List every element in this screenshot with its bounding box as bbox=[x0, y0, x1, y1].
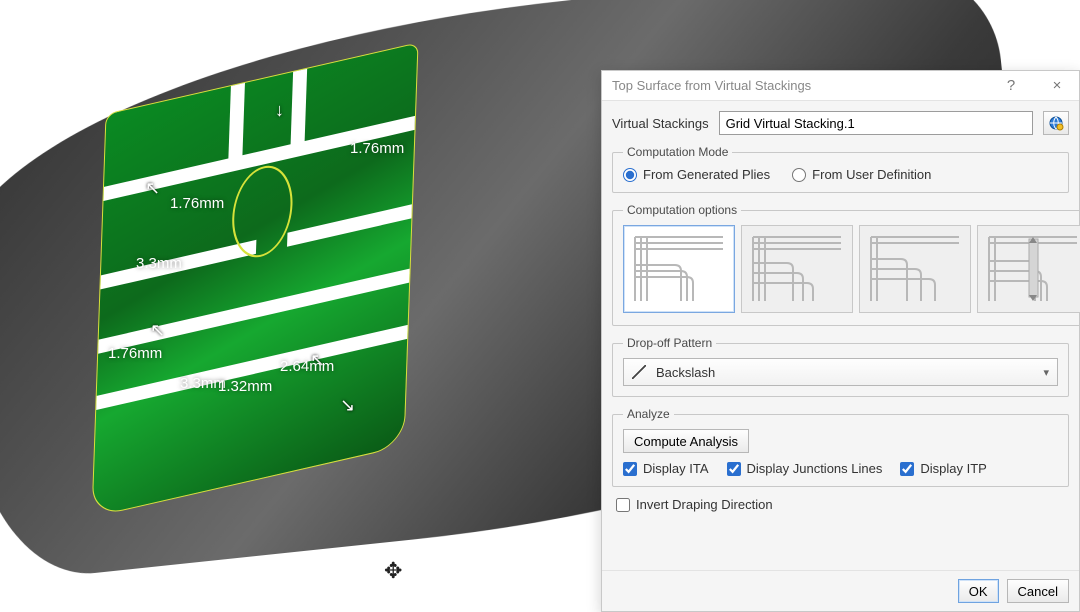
computation-option-2[interactable] bbox=[741, 225, 853, 313]
dialog-top-surface: Top Surface from Virtual Stackings ? × V… bbox=[601, 70, 1080, 612]
check-display-junctions-label: Display Junctions Lines bbox=[747, 461, 883, 476]
analyze-legend: Analyze bbox=[623, 407, 674, 421]
cancel-button[interactable]: Cancel bbox=[1007, 579, 1069, 603]
check-display-junctions[interactable]: Display Junctions Lines bbox=[727, 461, 883, 476]
computation-options-group: Computation options bbox=[612, 203, 1080, 326]
check-invert-draping[interactable]: Invert Draping Direction bbox=[616, 497, 1069, 512]
check-display-ita-input[interactable] bbox=[623, 462, 637, 476]
dialog-titlebar[interactable]: Top Surface from Virtual Stackings ? × bbox=[602, 71, 1079, 101]
check-display-junctions-input[interactable] bbox=[727, 462, 741, 476]
option-4-thumb bbox=[983, 231, 1080, 307]
dropoff-dropdown[interactable]: Backslash ▾ bbox=[623, 358, 1058, 386]
help-button[interactable]: ? bbox=[997, 77, 1025, 94]
computation-mode-group: Computation Mode From Generated Plies Fr… bbox=[612, 145, 1069, 193]
dropoff-legend: Drop-off Pattern bbox=[623, 336, 716, 350]
computation-options-legend: Computation options bbox=[623, 203, 741, 217]
analyze-group: Analyze Compute Analysis Display ITA Dis… bbox=[612, 407, 1069, 487]
computation-option-4[interactable] bbox=[977, 225, 1080, 313]
check-display-ita-label: Display ITA bbox=[643, 461, 709, 476]
chevron-down-icon: ▾ bbox=[1043, 366, 1049, 379]
computation-mode-legend: Computation Mode bbox=[623, 145, 732, 159]
check-invert-draping-input[interactable] bbox=[616, 498, 630, 512]
computation-option-3[interactable] bbox=[859, 225, 971, 313]
radio-from-user-input[interactable] bbox=[792, 168, 806, 182]
check-display-itp-label: Display ITP bbox=[920, 461, 986, 476]
option-2-thumb bbox=[747, 231, 847, 307]
dropoff-value: Backslash bbox=[656, 365, 715, 380]
compute-analysis-button[interactable]: Compute Analysis bbox=[623, 429, 749, 453]
virtual-stackings-label: Virtual Stackings bbox=[612, 116, 709, 131]
move-cursor-icon: ✥ bbox=[384, 558, 402, 584]
radio-from-generated-label: From Generated Plies bbox=[643, 167, 770, 182]
option-3-thumb bbox=[865, 231, 965, 307]
close-button[interactable]: × bbox=[1043, 77, 1071, 94]
computation-option-1[interactable] bbox=[623, 225, 735, 313]
ply-overlay bbox=[92, 44, 417, 517]
check-display-itp-input[interactable] bbox=[900, 462, 914, 476]
dialog-footer: OK Cancel bbox=[602, 570, 1079, 611]
radio-from-user-label: From User Definition bbox=[812, 167, 931, 182]
radio-from-generated-input[interactable] bbox=[623, 168, 637, 182]
virtual-stackings-input[interactable] bbox=[719, 111, 1033, 135]
radio-from-generated[interactable]: From Generated Plies bbox=[623, 167, 770, 182]
globe-picker-icon bbox=[1048, 115, 1064, 131]
option-1-thumb bbox=[629, 231, 729, 307]
check-display-ita[interactable]: Display ITA bbox=[623, 461, 709, 476]
check-invert-draping-label: Invert Draping Direction bbox=[636, 497, 773, 512]
dialog-title: Top Surface from Virtual Stackings bbox=[612, 78, 811, 93]
picker-button[interactable] bbox=[1043, 111, 1069, 135]
backslash-icon bbox=[632, 365, 646, 379]
ok-button[interactable]: OK bbox=[958, 579, 999, 603]
radio-from-user[interactable]: From User Definition bbox=[792, 167, 931, 182]
dropoff-group: Drop-off Pattern Backslash ▾ bbox=[612, 336, 1069, 397]
check-display-itp[interactable]: Display ITP bbox=[900, 461, 986, 476]
